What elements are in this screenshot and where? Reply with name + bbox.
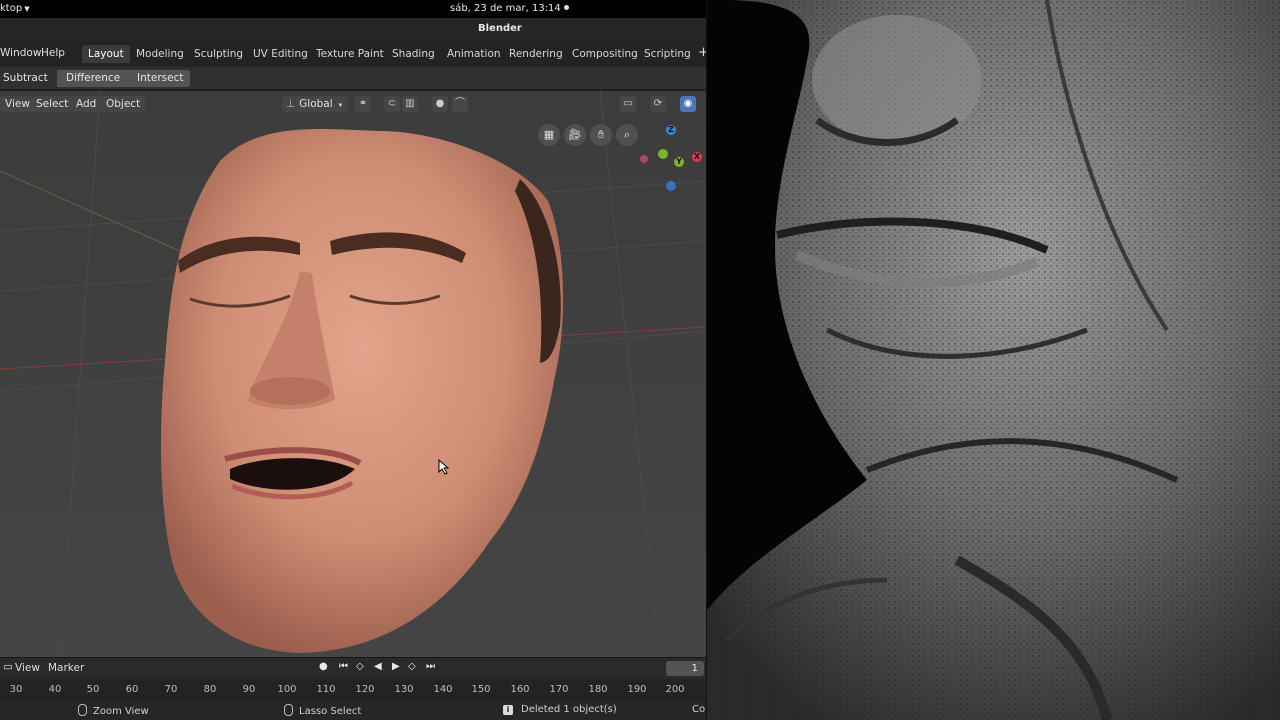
gizmo-z-axis[interactable]: Z bbox=[666, 125, 676, 135]
menu-window[interactable]: Window bbox=[0, 47, 41, 59]
timeline-header: ▭ View Marker ● ⏮ ◇ ◀ ▶ ◇ ⏭ 1 bbox=[0, 657, 706, 680]
gizmo-z-negative[interactable] bbox=[666, 181, 676, 191]
activities-menu[interactable]: ktop ▼ bbox=[0, 3, 30, 14]
orientation-icon: ⊥ bbox=[286, 98, 296, 110]
window-title: Blender bbox=[478, 23, 522, 34]
status-zoom-hint: Zoom View bbox=[78, 704, 149, 717]
tab-sculpting[interactable]: Sculpting bbox=[188, 45, 249, 63]
dropdown-arrow-icon: ▼ bbox=[24, 5, 30, 13]
jump-start-icon[interactable]: ⏮ bbox=[339, 661, 348, 672]
status-collection: Col bbox=[692, 704, 706, 715]
viewport-menu-view[interactable]: View bbox=[0, 96, 35, 112]
frame-tick: 100 bbox=[277, 684, 297, 695]
frame-tick: 30 bbox=[9, 684, 23, 695]
play-reverse-icon[interactable]: ◀ bbox=[374, 661, 382, 672]
boolean-mode-group: Subtract Difference Intersect bbox=[0, 70, 190, 87]
frame-tick: 190 bbox=[627, 684, 647, 695]
viewport-menu-select[interactable]: Select bbox=[31, 96, 74, 112]
frame-tick: 160 bbox=[510, 684, 530, 695]
mouse-middle-icon bbox=[78, 704, 87, 716]
snap-target-icon[interactable]: ▥ bbox=[402, 96, 418, 112]
pan-hand-icon[interactable]: ✋︎ bbox=[590, 124, 612, 146]
3d-viewport[interactable]: View Select Add Object ⊥ Global ▾ ⚭ ⊂ ▥ ● … bbox=[0, 91, 706, 657]
current-frame-field[interactable]: 1 bbox=[666, 661, 704, 676]
jump-end-icon[interactable]: ⏭ bbox=[426, 661, 435, 672]
frame-tick: 90 bbox=[242, 684, 256, 695]
gizmo-x-negative[interactable] bbox=[640, 155, 648, 163]
tab-animation[interactable]: Animation bbox=[441, 45, 507, 63]
frame-tick: 60 bbox=[125, 684, 139, 695]
frame-tick: 130 bbox=[394, 684, 414, 695]
frame-tick: 200 bbox=[665, 684, 685, 695]
clock[interactable]: sáb, 23 de mar, 13:14 bbox=[450, 3, 569, 14]
zoom-icon[interactable]: ⌕ bbox=[616, 124, 638, 146]
snap-icon[interactable]: ⊂ bbox=[384, 96, 400, 112]
viewport-scene bbox=[0, 91, 706, 657]
boolean-toolbar: Subtract Difference Intersect bbox=[0, 67, 706, 89]
window-titlebar: Blender bbox=[0, 18, 706, 41]
gizmo-icon[interactable]: ⟳ bbox=[650, 96, 666, 112]
tab-shading[interactable]: Shading bbox=[386, 45, 441, 63]
gizmo-y-negative[interactable] bbox=[658, 149, 668, 159]
timeline-menu-view[interactable]: View bbox=[15, 662, 40, 674]
subtract-button[interactable]: Subtract bbox=[0, 70, 57, 87]
frame-tick: 50 bbox=[86, 684, 100, 695]
tab-scripting[interactable]: Scripting bbox=[638, 45, 697, 63]
gizmo-y-axis[interactable]: Y bbox=[674, 157, 684, 167]
frame-tick: 180 bbox=[588, 684, 608, 695]
info-icon: i bbox=[503, 705, 513, 715]
pivot-icon[interactable]: ⚭ bbox=[355, 96, 371, 112]
viewport-menu-object[interactable]: Object bbox=[101, 96, 146, 112]
blender-window: ktop ▼ sáb, 23 de mar, 13:14 Blender Wind… bbox=[0, 0, 706, 720]
tab-rendering[interactable]: Rendering bbox=[503, 45, 569, 63]
mouse-cursor-icon bbox=[438, 459, 450, 475]
play-icon[interactable]: ▶ bbox=[392, 661, 400, 672]
frame-tick: 170 bbox=[549, 684, 569, 695]
record-icon[interactable]: ● bbox=[319, 661, 328, 672]
tab-modeling[interactable]: Modeling bbox=[130, 45, 190, 63]
mouse-right-icon bbox=[284, 704, 293, 716]
intersect-button[interactable]: Intersect bbox=[137, 70, 183, 87]
frame-tick: 140 bbox=[433, 684, 453, 695]
falloff-icon[interactable]: ⌒ bbox=[452, 96, 468, 112]
timeline-menu-marker[interactable]: Marker bbox=[48, 662, 84, 674]
proportional-edit-icon[interactable]: ● bbox=[432, 96, 448, 112]
tab-layout[interactable]: Layout bbox=[82, 45, 130, 63]
viewport-header: View Select Add Object ⊥ Global ▾ ⚭ ⊂ ▥ ● … bbox=[0, 91, 706, 117]
prev-keyframe-icon[interactable]: ◇ bbox=[356, 661, 364, 672]
frame-tick: 110 bbox=[316, 684, 336, 695]
toggle-grid-icon[interactable]: ▦ bbox=[538, 124, 560, 146]
frame-tick: 40 bbox=[48, 684, 62, 695]
visibility-icon[interactable]: ▭ bbox=[620, 96, 636, 112]
add-workspace-icon[interactable]: + bbox=[698, 45, 706, 60]
frame-tick: 120 bbox=[355, 684, 375, 695]
menu-help[interactable]: Help bbox=[41, 47, 65, 59]
frame-tick: 70 bbox=[164, 684, 178, 695]
notification-dot-icon bbox=[563, 5, 569, 10]
viewport-menu-add[interactable]: Add bbox=[71, 96, 102, 112]
status-bar: Zoom View Lasso Select i Deleted 1 object… bbox=[0, 701, 706, 720]
gnome-top-bar: ktop ▼ sáb, 23 de mar, 13:14 bbox=[0, 0, 706, 18]
tab-texture-paint[interactable]: Texture Paint bbox=[310, 45, 390, 63]
menu-bar: Window Help Layout Modeling Sculpting UV… bbox=[0, 41, 706, 67]
timeline-ruler[interactable]: 30 40 50 60 70 80 90 100 110 120 130 140… bbox=[0, 679, 706, 701]
frame-tick: 150 bbox=[471, 684, 491, 695]
frame-tick: 80 bbox=[203, 684, 217, 695]
status-message: i Deleted 1 object(s) bbox=[503, 704, 617, 715]
tab-compositing[interactable]: Compositing bbox=[566, 45, 644, 63]
camera-view-icon[interactable]: 🎥︎ bbox=[564, 124, 586, 146]
sculpted-head-render bbox=[707, 0, 1280, 720]
editor-type-icon[interactable]: ▭ bbox=[3, 661, 13, 673]
sculpt-reference-image bbox=[707, 0, 1280, 720]
status-lasso-hint: Lasso Select bbox=[284, 704, 361, 717]
next-keyframe-icon[interactable]: ◇ bbox=[408, 661, 416, 672]
chevron-down-icon: ▾ bbox=[338, 101, 343, 109]
tab-uv-editing[interactable]: UV Editing bbox=[247, 45, 314, 63]
difference-button[interactable]: Difference bbox=[66, 70, 120, 87]
transform-orientation-dropdown[interactable]: ⊥ Global ▾ bbox=[282, 96, 348, 112]
gizmo-x-axis[interactable]: X bbox=[692, 152, 702, 162]
overlay-icon[interactable]: ◉ bbox=[680, 96, 696, 112]
